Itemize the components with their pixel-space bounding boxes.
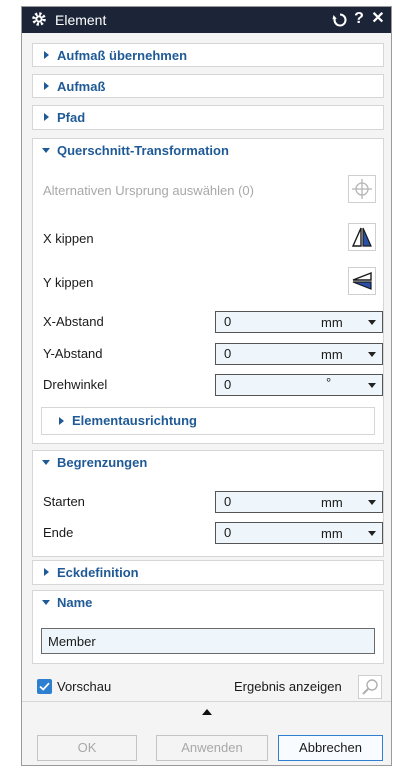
start-value[interactable]: 0	[224, 494, 231, 509]
x-offset-field[interactable]: 0 mm	[215, 311, 383, 333]
section-header-name[interactable]: Name	[33, 591, 383, 615]
chevron-right-icon	[44, 113, 49, 121]
chevron-down-icon	[42, 148, 50, 153]
preview-label[interactable]: Vorschau	[57, 679, 111, 694]
start-field[interactable]: 0 mm	[215, 491, 383, 513]
section-title: Aufmaß	[57, 79, 106, 94]
end-label: Ende	[43, 525, 74, 540]
gear-icon	[32, 12, 46, 26]
apply-button[interactable]: Anwenden	[156, 735, 268, 761]
dropdown-arrow-icon[interactable]	[368, 352, 376, 357]
close-icon[interactable]: ✕	[369, 9, 387, 29]
cancel-button[interactable]: Abbrechen	[278, 735, 383, 761]
show-result-label: Ergebnis anzeigen	[234, 679, 342, 694]
x-offset-value[interactable]: 0	[224, 314, 231, 329]
section-header-aufmass-uebernehmen[interactable]: Aufmaß übernehmen	[33, 44, 383, 68]
rotation-unit: °	[326, 375, 332, 390]
x-flip-button[interactable]	[348, 223, 376, 251]
x-offset-label: X-Abstand	[43, 314, 104, 329]
y-flip-button[interactable]	[348, 267, 376, 295]
rotation-value[interactable]: 0	[224, 377, 231, 392]
end-unit: mm	[321, 526, 343, 541]
y-offset-field[interactable]: 0 mm	[215, 343, 383, 365]
section-title: Pfad	[57, 110, 86, 125]
magnifier-icon	[362, 679, 378, 695]
y-offset-label: Y-Abstand	[43, 346, 103, 361]
section-aufmass-uebernehmen: Aufmaß übernehmen	[32, 43, 384, 67]
dropdown-arrow-icon[interactable]	[368, 500, 376, 505]
footer-divider	[22, 701, 391, 702]
flip-horizontal-icon	[351, 227, 372, 247]
chevron-down-icon	[42, 460, 50, 465]
y-offset-value[interactable]: 0	[224, 346, 231, 361]
section-eckdefinition: Eckdefinition	[32, 560, 384, 585]
chevron-down-icon	[42, 600, 50, 605]
section-querschnitt-transformation: Querschnitt-Transformation Alternativen …	[32, 138, 384, 444]
section-title: Begrenzungen	[57, 455, 148, 470]
chevron-right-icon	[44, 568, 49, 576]
show-result-button[interactable]	[358, 675, 382, 699]
section-title: Name	[57, 595, 93, 610]
element-dialog: Element ? ✕ Aufmaß übernehmen Aufmaß Pfa…	[21, 6, 392, 766]
crosshair-icon	[352, 179, 372, 199]
y-offset-unit: mm	[321, 347, 343, 362]
section-begrenzungen: Begrenzungen Starten 0 mm Ende 0 mm	[32, 450, 384, 557]
section-aufmass: Aufmaß	[32, 74, 384, 98]
section-title: Aufmaß übernehmen	[57, 48, 188, 63]
chevron-right-icon	[59, 417, 64, 425]
x-flip-label: X kippen	[43, 231, 94, 246]
ok-button[interactable]: OK	[37, 735, 137, 761]
end-value[interactable]: 0	[224, 525, 231, 540]
rotation-field[interactable]: 0 °	[215, 374, 383, 396]
start-unit: mm	[321, 495, 343, 510]
collapse-arrow-icon[interactable]	[201, 708, 213, 716]
x-offset-unit: mm	[321, 315, 343, 330]
end-field[interactable]: 0 mm	[215, 522, 383, 544]
dropdown-arrow-icon[interactable]	[368, 320, 376, 325]
chevron-right-icon	[44, 82, 49, 90]
title-bar: Element ? ✕	[22, 7, 391, 33]
preview-checkbox[interactable]	[37, 679, 52, 694]
dropdown-arrow-icon[interactable]	[368, 383, 376, 388]
name-input[interactable]: Member	[41, 628, 375, 654]
checkmark-icon	[39, 682, 50, 691]
section-title: Eckdefinition	[57, 565, 139, 580]
dropdown-arrow-icon[interactable]	[368, 531, 376, 536]
chevron-right-icon	[44, 51, 49, 59]
section-header-begrenzungen[interactable]: Begrenzungen	[33, 451, 383, 475]
section-header-pfad[interactable]: Pfad	[33, 106, 383, 130]
subsection-title: Elementausrichtung	[72, 413, 197, 428]
section-header-aufmass[interactable]: Aufmaß	[33, 75, 383, 99]
reset-icon[interactable]	[332, 12, 348, 28]
section-header-eckdefinition[interactable]: Eckdefinition	[33, 561, 383, 585]
section-pfad: Pfad	[32, 105, 384, 130]
dialog-title: Element	[55, 12, 107, 28]
help-icon[interactable]: ?	[350, 9, 368, 29]
rotation-label: Drehwinkel	[43, 377, 108, 392]
section-name: Name Member	[32, 590, 384, 664]
section-header-querschnitt[interactable]: Querschnitt-Transformation	[33, 139, 383, 163]
alternative-origin-label: Alternativen Ursprung auswählen (0)	[43, 183, 254, 198]
name-value[interactable]: Member	[48, 634, 96, 649]
flip-vertical-icon	[352, 271, 372, 290]
start-label: Starten	[43, 494, 85, 509]
section-title: Querschnitt-Transformation	[57, 143, 229, 158]
subsection-elementausrichtung[interactable]: Elementausrichtung	[41, 407, 375, 435]
select-origin-button[interactable]	[348, 175, 376, 203]
y-flip-label: Y kippen	[43, 275, 94, 290]
